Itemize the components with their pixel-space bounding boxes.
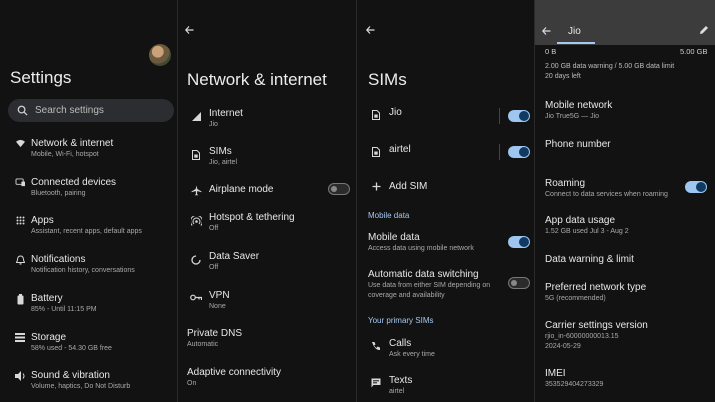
airplane-mode-toggle[interactable] [328,183,350,195]
data-saver-icon [186,250,206,265]
calls-item[interactable]: Calls Ask every time [366,337,435,360]
sim-item-jio[interactable]: Jio [366,106,402,120]
sim-icon [366,143,386,157]
app-bar [535,0,715,45]
section-header-primary-sims: Your primary SIMs [368,316,434,325]
auto-data-switching-item[interactable]: Automatic data switching Use data from ei… [368,268,490,301]
texts-item[interactable]: Texts airtel [366,374,412,397]
sims-screen: SIMs Jio airtel Add SIM Mobile data Mobi… [357,0,534,402]
hotspot-icon [186,211,206,226]
network-item-hotspot[interactable]: Hotspot & tethering Off [186,211,295,234]
phone-number-item[interactable]: Phone number [545,138,611,151]
page-title: Network & internet [187,70,327,89]
preferred-network-type-item[interactable]: Preferred network type 5G (recommended) [545,281,646,304]
mobile-data-item[interactable]: Mobile data Access data using mobile netw… [368,231,474,254]
volume-icon [10,369,30,381]
search-placeholder: Search settings [35,105,104,116]
jio-sim-screen: Jio 0 B 5.00 GB 2.00 GB data warning / 5… [535,0,715,402]
mobile-data-toggle[interactable] [508,236,530,248]
add-sim-button[interactable]: Add SIM [366,180,427,193]
settings-item-apps[interactable]: Apps Assistant, recent apps, default apps [10,214,142,237]
data-warning-limit-item[interactable]: Data warning & limit [545,253,634,266]
data-warning-text: 2.00 GB data warning / 5.00 GB data limi… [545,63,675,70]
storage-icon [10,331,30,342]
network-item-adaptive-connectivity[interactable]: Adaptive connectivity On [187,366,281,389]
usage-scale-start: 0 B [545,47,557,56]
tab-jio[interactable]: Jio [568,26,581,37]
settings-item-network[interactable]: Network & internet Mobile, Wi-Fi, hotspot [10,137,113,160]
back-arrow-icon[interactable] [185,26,194,34]
settings-screen: Settings Search settings Network & inter… [0,0,177,402]
network-item-data-saver[interactable]: Data Saver Off [186,250,259,273]
signal-icon [186,107,206,121]
app-data-usage-item[interactable]: App data usage 1.52 GB used Jul 3 - Aug 2 [545,214,629,237]
bell-icon [10,253,30,265]
edit-pencil-icon[interactable] [699,25,709,35]
plus-icon [366,180,386,191]
mobile-network-item[interactable]: Mobile network Jio True5G — Jio [545,99,612,122]
carrier-settings-version-item[interactable]: Carrier settings version rjio_in-60000000… [545,319,648,352]
network-item-private-dns[interactable]: Private DNS Automatic [187,327,242,350]
back-arrow-icon[interactable] [542,27,551,35]
imei-item[interactable]: IMEI 353529404273329 [545,367,603,390]
search-bar[interactable]: Search settings [8,99,174,122]
usage-scale-end: 5.00 GB [680,47,708,56]
screens-collage: Settings Search settings Network & inter… [0,0,715,402]
days-left-text: 20 days left [545,73,581,80]
network-screen: Network & internet Internet Jio SIMs Jio, … [178,0,356,402]
airplane-icon [186,183,206,196]
roaming-toggle[interactable] [685,181,707,193]
search-icon [17,105,28,116]
tab-indicator [557,42,595,44]
section-header-mobile-data: Mobile data [368,211,410,220]
avatar[interactable] [149,44,171,66]
network-item-airplane[interactable]: Airplane mode [186,183,273,196]
settings-item-battery[interactable]: Battery 85% - Until 11:15 PM [10,292,97,315]
sim-icon [366,106,386,120]
phone-icon [366,337,386,351]
settings-item-sound[interactable]: Sound & vibration Volume, haptics, Do Not… [10,369,130,392]
message-icon [366,374,386,388]
apps-grid-icon [10,214,30,225]
settings-item-storage[interactable]: Storage 58% used - 54.30 GB free [10,331,112,354]
page-title: SIMs [368,70,407,89]
settings-item-connected-devices[interactable]: Connected devices Bluetooth, pairing [10,176,116,199]
settings-item-notifications[interactable]: Notifications Notification history, conve… [10,253,135,276]
network-item-vpn[interactable]: VPN None [186,289,230,312]
sim-airtel-toggle[interactable] [508,146,530,158]
back-arrow-icon[interactable] [366,26,375,34]
wifi-icon [10,137,30,148]
roaming-item[interactable]: Roaming Connect to data services when roa… [545,177,668,200]
sim-icon [186,145,206,160]
sim-jio-toggle[interactable] [508,110,530,122]
auto-data-switching-toggle[interactable] [508,277,530,289]
battery-icon [10,292,30,305]
vpn-icon [186,289,206,301]
sim-item-airtel[interactable]: airtel [366,143,411,157]
page-title: Settings [10,68,72,87]
separator [499,108,500,124]
network-item-internet[interactable]: Internet Jio [186,107,243,130]
network-item-sims[interactable]: SIMs Jio, airtel [186,145,237,168]
devices-icon [10,176,30,187]
separator [499,144,500,160]
